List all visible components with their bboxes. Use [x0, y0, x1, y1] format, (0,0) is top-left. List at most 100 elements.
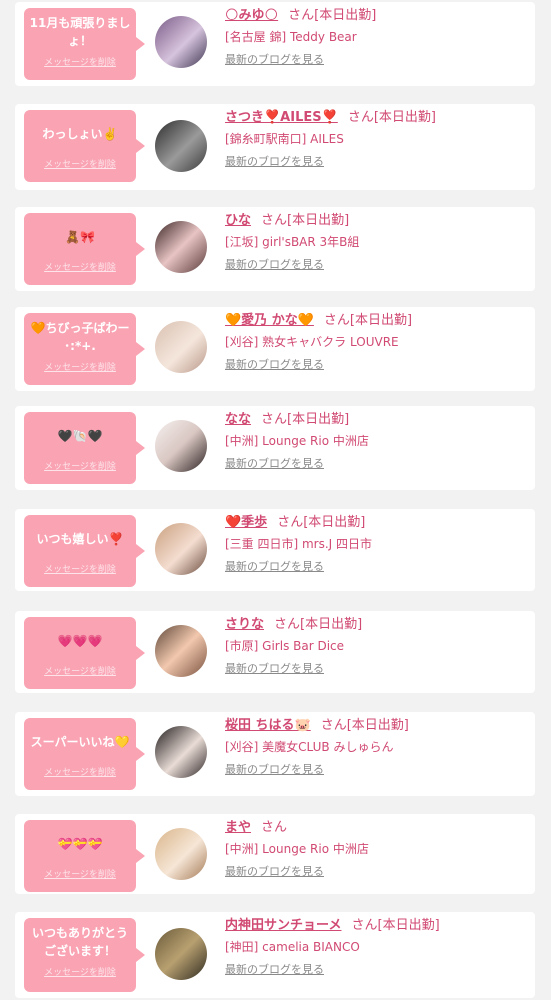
status-badge: [本日出勤]	[377, 918, 440, 933]
avatar[interactable]	[155, 120, 207, 172]
delete-message-link[interactable]: メッセージを削除	[44, 461, 116, 473]
honorific: さん	[323, 313, 350, 328]
message-card: 💝💝💝 メッセージを削除 まや さん [中洲] Lounge Rio 中洲店 最新のブログ…	[15, 814, 535, 894]
cast-name-link[interactable]: ひな	[225, 213, 251, 228]
cast-name-link[interactable]: まや	[225, 820, 251, 835]
message-bubble: 💗💗💗 メッセージを削除	[24, 617, 145, 689]
message-card: スーパーいいね💛 メッセージを削除 桜田 ちはる🐷 さん[本日出勤] [刈谷] 美魔女C…	[15, 712, 535, 796]
avatar[interactable]	[155, 928, 207, 980]
delete-message-link[interactable]: メッセージを削除	[44, 262, 116, 274]
cast-info: 桜田 ちはる🐷 さん[本日出勤] [刈谷] 美魔女CLUB みしゅらん最新のブログを…	[225, 716, 529, 779]
cast-info: 🧡愛乃 かな🧡 さん[本日出勤] [刈谷] 熟女キャバクラ LOUVRE 最新のブログ…	[225, 311, 529, 374]
cast-name-link[interactable]: 🌕みゆ🌕	[225, 8, 278, 23]
shop-name: [名古屋 錦] Teddy Bear	[225, 30, 357, 44]
cast-name-link[interactable]: 内神田サンチョーメ	[225, 918, 341, 933]
shop-name: [刈谷] 熟女キャバクラ LOUVRE	[225, 335, 399, 349]
avatar[interactable]	[155, 828, 207, 880]
honorific: さん	[261, 412, 288, 427]
cast-header: 🌕みゆ🌕 さん[本日出勤]	[225, 6, 529, 26]
message-text: いつもありがとうございます！	[31, 926, 128, 958]
latest-blog-link[interactable]: 最新のブログを見る	[225, 51, 529, 69]
cast-name-link[interactable]: ❤️季歩	[225, 515, 267, 530]
latest-blog-link[interactable]: 最新のブログを見る	[225, 558, 529, 576]
honorific: さん	[261, 213, 288, 228]
shop-name: [神田] camelia BIANCO	[225, 940, 360, 954]
delete-message-link[interactable]: メッセージを削除	[44, 362, 116, 374]
cast-header: 桜田 ちはる🐷 さん[本日出勤]	[225, 716, 529, 736]
status-badge: [本日出勤]	[300, 617, 363, 632]
latest-blog-link[interactable]: 最新のブログを見る	[225, 961, 529, 979]
message-card: 🧸🎀 メッセージを削除 ひな さん[本日出勤] [江坂] girl'sBAR 3年B組最…	[15, 207, 535, 291]
status-badge: [本日出勤]	[373, 110, 436, 125]
message-bubble: 11月も頑張りましょ！ メッセージを削除	[24, 8, 145, 80]
message-bubble: 🧸🎀 メッセージを削除	[24, 213, 145, 285]
message-list: 11月も頑張りましょ！ メッセージを削除 🌕みゆ🌕 さん[本日出勤] [名古屋 錦] T…	[0, 0, 551, 1000]
cast-name-link[interactable]: 桜田 ちはる🐷	[225, 718, 311, 733]
cast-header: 内神田サンチョーメ さん[本日出勤]	[225, 916, 529, 936]
message-bubble: 🧡ちびっ子ぱわー ･:*+. メッセージを削除	[24, 313, 145, 385]
delete-message-link[interactable]: メッセージを削除	[44, 57, 116, 69]
latest-blog-link[interactable]: 最新のブログを見る	[225, 863, 529, 881]
latest-blog-link[interactable]: 最新のブログを見る	[225, 256, 529, 274]
latest-blog-link[interactable]: 最新のブログを見る	[225, 356, 529, 374]
message-text: 🧡ちびっ子ぱわー ･:*+.	[30, 321, 130, 353]
status-badge: [本日出勤]	[303, 515, 366, 530]
message-bubble: いつもありがとうございます！ メッセージを削除	[24, 918, 145, 992]
cast-name-link[interactable]: さりな	[225, 617, 264, 632]
shop-name: [中洲] Lounge Rio 中洲店	[225, 842, 369, 856]
message-text: 💝💝💝	[57, 837, 103, 851]
avatar[interactable]	[155, 420, 207, 472]
message-bubble: 💝💝💝 メッセージを削除	[24, 820, 145, 892]
latest-blog-link[interactable]: 最新のブログを見る	[225, 761, 529, 779]
shop-name: [錦糸町駅南口] AILES	[225, 132, 344, 146]
avatar[interactable]	[155, 523, 207, 575]
message-text: 11月も頑張りましょ！	[29, 16, 131, 48]
message-card: 🖤🐚🖤 メッセージを削除 なな さん[本日出勤] [中洲] Lounge Rio 中洲店…	[15, 406, 535, 490]
delete-message-link[interactable]: メッセージを削除	[44, 967, 116, 979]
delete-message-link[interactable]: メッセージを削除	[44, 767, 116, 779]
latest-blog-link[interactable]: 最新のブログを見る	[225, 660, 529, 678]
cast-header: 🧡愛乃 かな🧡 さん[本日出勤]	[225, 311, 529, 331]
shop-name: [三重 四日市] mrs.J 四日市	[225, 537, 373, 551]
message-bubble: わっしょい✌️ メッセージを削除	[24, 110, 145, 182]
message-card: いつもありがとうございます！ メッセージを削除 内神田サンチョーメ さん[本日出勤][…	[15, 912, 535, 998]
delete-message-link[interactable]: メッセージを削除	[44, 869, 116, 881]
cast-info: 🌕みゆ🌕 さん[本日出勤] [名古屋 錦] Teddy Bear 最新のブログを見る	[225, 6, 529, 69]
message-card: いつも嬉しい❣️ メッセージを削除 ❤️季歩 さん[本日出勤] [三重 四日市] mrs…	[15, 509, 535, 591]
message-card: 🧡ちびっ子ぱわー ･:*+. メッセージを削除 🧡愛乃 かな🧡 さん[本日出勤] [刈谷…	[15, 307, 535, 391]
latest-blog-link[interactable]: 最新のブログを見る	[225, 153, 529, 171]
honorific: さん	[288, 8, 315, 23]
honorific: さん	[277, 515, 304, 530]
message-card: 11月も頑張りましょ！ メッセージを削除 🌕みゆ🌕 さん[本日出勤] [名古屋 錦] T…	[15, 2, 535, 86]
delete-message-link[interactable]: メッセージを削除	[44, 564, 116, 576]
shop-name: [江坂] girl'sBAR 3年B組	[225, 235, 360, 249]
cast-name-link[interactable]: さつき❣️AILES❣️	[225, 110, 338, 125]
message-text: わっしょい✌️	[42, 127, 118, 141]
cast-info: ひな さん[本日出勤] [江坂] girl'sBAR 3年B組最新のブログを見る	[225, 211, 529, 274]
delete-message-link[interactable]: メッセージを削除	[44, 159, 116, 171]
cast-header: さつき❣️AILES❣️ さん[本日出勤]	[225, 108, 529, 128]
avatar[interactable]	[155, 16, 207, 68]
cast-name-link[interactable]: 🧡愛乃 かな🧡	[225, 313, 314, 328]
cast-header: ❤️季歩 さん[本日出勤]	[225, 513, 529, 533]
cast-header: さりな さん[本日出勤]	[225, 615, 529, 635]
latest-blog-link[interactable]: 最新のブログを見る	[225, 455, 529, 473]
cast-info: さつき❣️AILES❣️ さん[本日出勤] [錦糸町駅南口] AILES 最新のブログ…	[225, 108, 529, 171]
cast-name-link[interactable]: なな	[225, 412, 251, 427]
message-card: 💗💗💗 メッセージを削除 さりな さん[本日出勤] [市原] Girls Bar Dic…	[15, 611, 535, 693]
cast-info: なな さん[本日出勤] [中洲] Lounge Rio 中洲店 最新のブログを見る	[225, 410, 529, 473]
shop-name: [中洲] Lounge Rio 中洲店	[225, 434, 369, 448]
delete-message-link[interactable]: メッセージを削除	[44, 666, 116, 678]
message-bubble: 🖤🐚🖤 メッセージを削除	[24, 412, 145, 484]
message-text: いつも嬉しい❣️	[36, 532, 124, 546]
message-text: 💗💗💗	[57, 634, 103, 648]
message-card: わっしょい✌️ メッセージを削除 さつき❣️AILES❣️ さん[本日出勤] [錦糸町駅…	[15, 104, 535, 190]
status-badge: [本日出勤]	[287, 213, 350, 228]
avatar[interactable]	[155, 726, 207, 778]
avatar[interactable]	[155, 625, 207, 677]
avatar[interactable]	[155, 221, 207, 273]
avatar[interactable]	[155, 321, 207, 373]
status-badge: [本日出勤]	[346, 718, 409, 733]
shop-name: [刈谷] 美魔女CLUB みしゅらん	[225, 740, 394, 754]
honorific: さん	[320, 718, 347, 733]
